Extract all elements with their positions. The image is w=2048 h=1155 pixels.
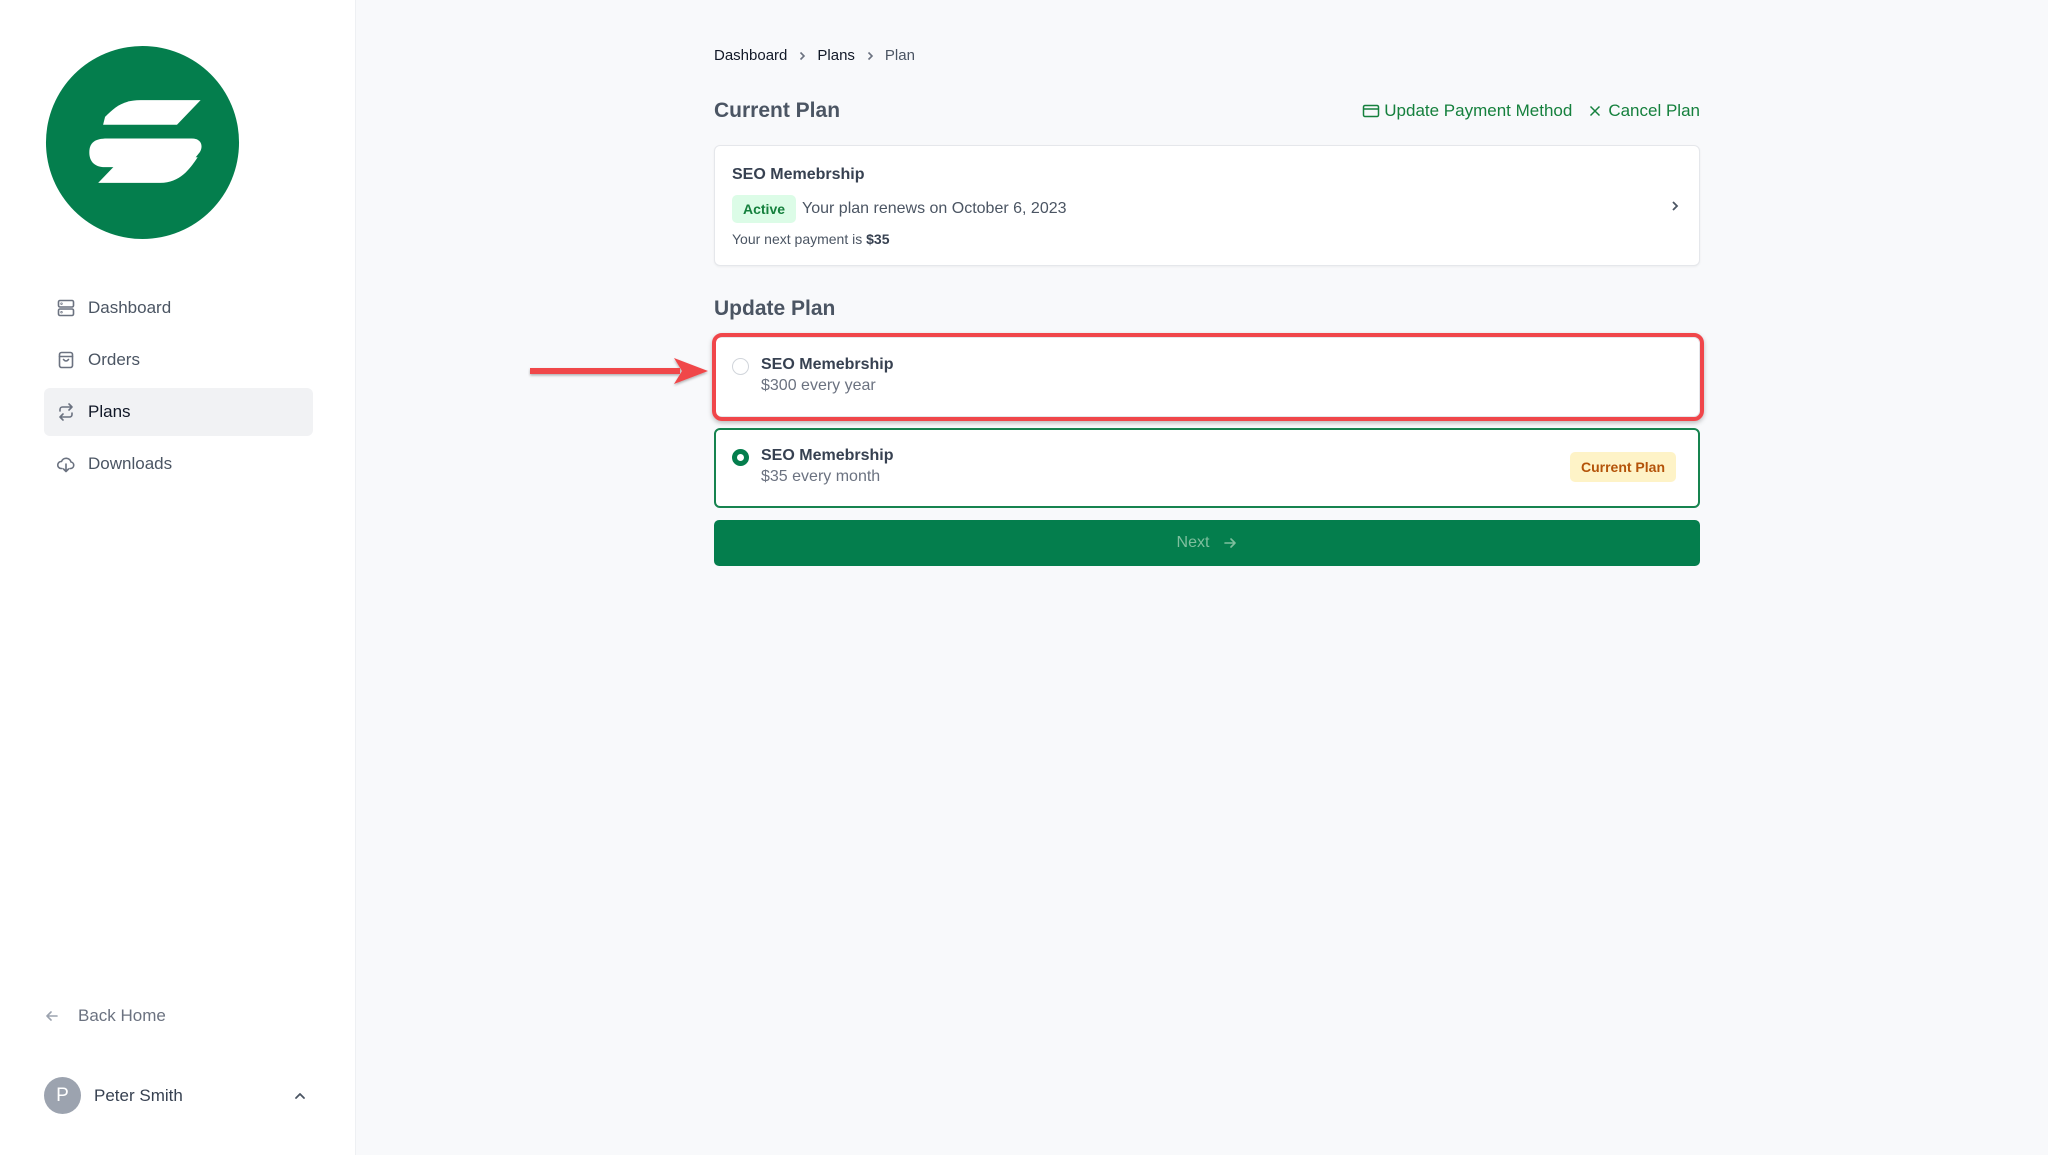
cancel-plan-button[interactable]: Cancel Plan (1588, 101, 1700, 121)
sidebar-item-label: Orders (88, 350, 140, 369)
shopping-bag-icon (56, 350, 76, 370)
update-payment-method-button[interactable]: Update Payment Method (1362, 101, 1572, 121)
sidebar-nav: Dashboard Orders Plans Downloads (44, 284, 313, 492)
breadcrumb-plan: Plan (884, 47, 915, 64)
status-badge: Active (732, 195, 797, 223)
sidebar: Dashboard Orders Plans Downloads Back Ho… (0, 0, 356, 1155)
cancel-plan-label: Cancel Plan (1608, 101, 1700, 120)
update-plan-heading: Update Plan (714, 297, 836, 320)
back-home-label: Back Home (78, 1006, 166, 1025)
breadcrumb: Dashboard Plans Plan (714, 47, 915, 64)
chevron-right-icon (797, 51, 807, 61)
next-button-label: Next (1176, 534, 1210, 551)
x-icon (1590, 105, 1601, 117)
sidebar-item-label: Downloads (88, 454, 173, 473)
sidebar-item-label: Dashboard (88, 298, 172, 317)
chevron-right-icon (1669, 199, 1681, 217)
plan-option-yearly[interactable]: SEO Memebrship $300 every year (714, 337, 1700, 417)
user-menu[interactable]: P Peter Smith (44, 1077, 313, 1114)
plan-option-price: $35 every month (761, 468, 881, 485)
chevron-up-icon[interactable] (293, 1089, 307, 1103)
plan-option-name: SEO Memebrship (761, 447, 894, 464)
avatar: P (44, 1077, 81, 1114)
sidebar-item-label: Plans (88, 402, 131, 421)
plan-option-radio[interactable] (732, 449, 749, 466)
arrows-repeat-icon (56, 402, 76, 422)
plan-status-row: Active Your plan renews on October 6, 20… (732, 195, 1067, 223)
credit-card-icon (1363, 104, 1380, 118)
next-button[interactable]: Next (714, 520, 1700, 566)
arrow-right-icon (1224, 538, 1237, 548)
arrow-left-icon (46, 1011, 58, 1021)
plan-option-price: $300 every year (761, 377, 876, 394)
cloud-download-icon (56, 454, 76, 474)
stacked-s-logo-icon[interactable] (44, 44, 241, 241)
next-payment-amount: $35 (866, 231, 890, 247)
annotation-arrow-icon (530, 358, 708, 384)
chevron-right-icon (865, 51, 875, 61)
update-payment-method-label: Update Payment Method (1384, 101, 1573, 120)
plan-option-name: SEO Memebrship (761, 356, 894, 373)
next-payment-text: Your next payment is $35 (732, 231, 889, 247)
current-plan-card[interactable]: SEO Memebrship Active Your plan renews o… (714, 145, 1700, 266)
sidebar-item-dashboard[interactable]: Dashboard (44, 284, 313, 332)
current-plan-badge: Current Plan (1569, 452, 1676, 482)
user-name: Peter Smith (94, 1085, 183, 1105)
plan-name: SEO Memebrship (732, 166, 865, 183)
plan-option-radio[interactable] (732, 358, 749, 375)
breadcrumb-dashboard[interactable]: Dashboard (714, 47, 787, 64)
back-home-link[interactable]: Back Home (44, 1002, 166, 1030)
breadcrumb-plans[interactable]: Plans (817, 47, 855, 64)
server-stack-icon (56, 298, 76, 318)
renewal-text: Your plan renews on October 6, 2023 (802, 200, 1067, 217)
next-payment-prefix: Your next payment is (732, 231, 863, 247)
plan-actions: Update Payment Method Cancel Plan (1362, 101, 1700, 121)
sidebar-item-plans[interactable]: Plans (44, 388, 313, 436)
sidebar-item-orders[interactable]: Orders (44, 336, 313, 384)
current-plan-heading: Current Plan (714, 99, 841, 122)
sidebar-item-downloads[interactable]: Downloads (44, 440, 313, 488)
plan-option-monthly[interactable]: SEO Memebrship $35 every month Current P… (714, 428, 1700, 508)
